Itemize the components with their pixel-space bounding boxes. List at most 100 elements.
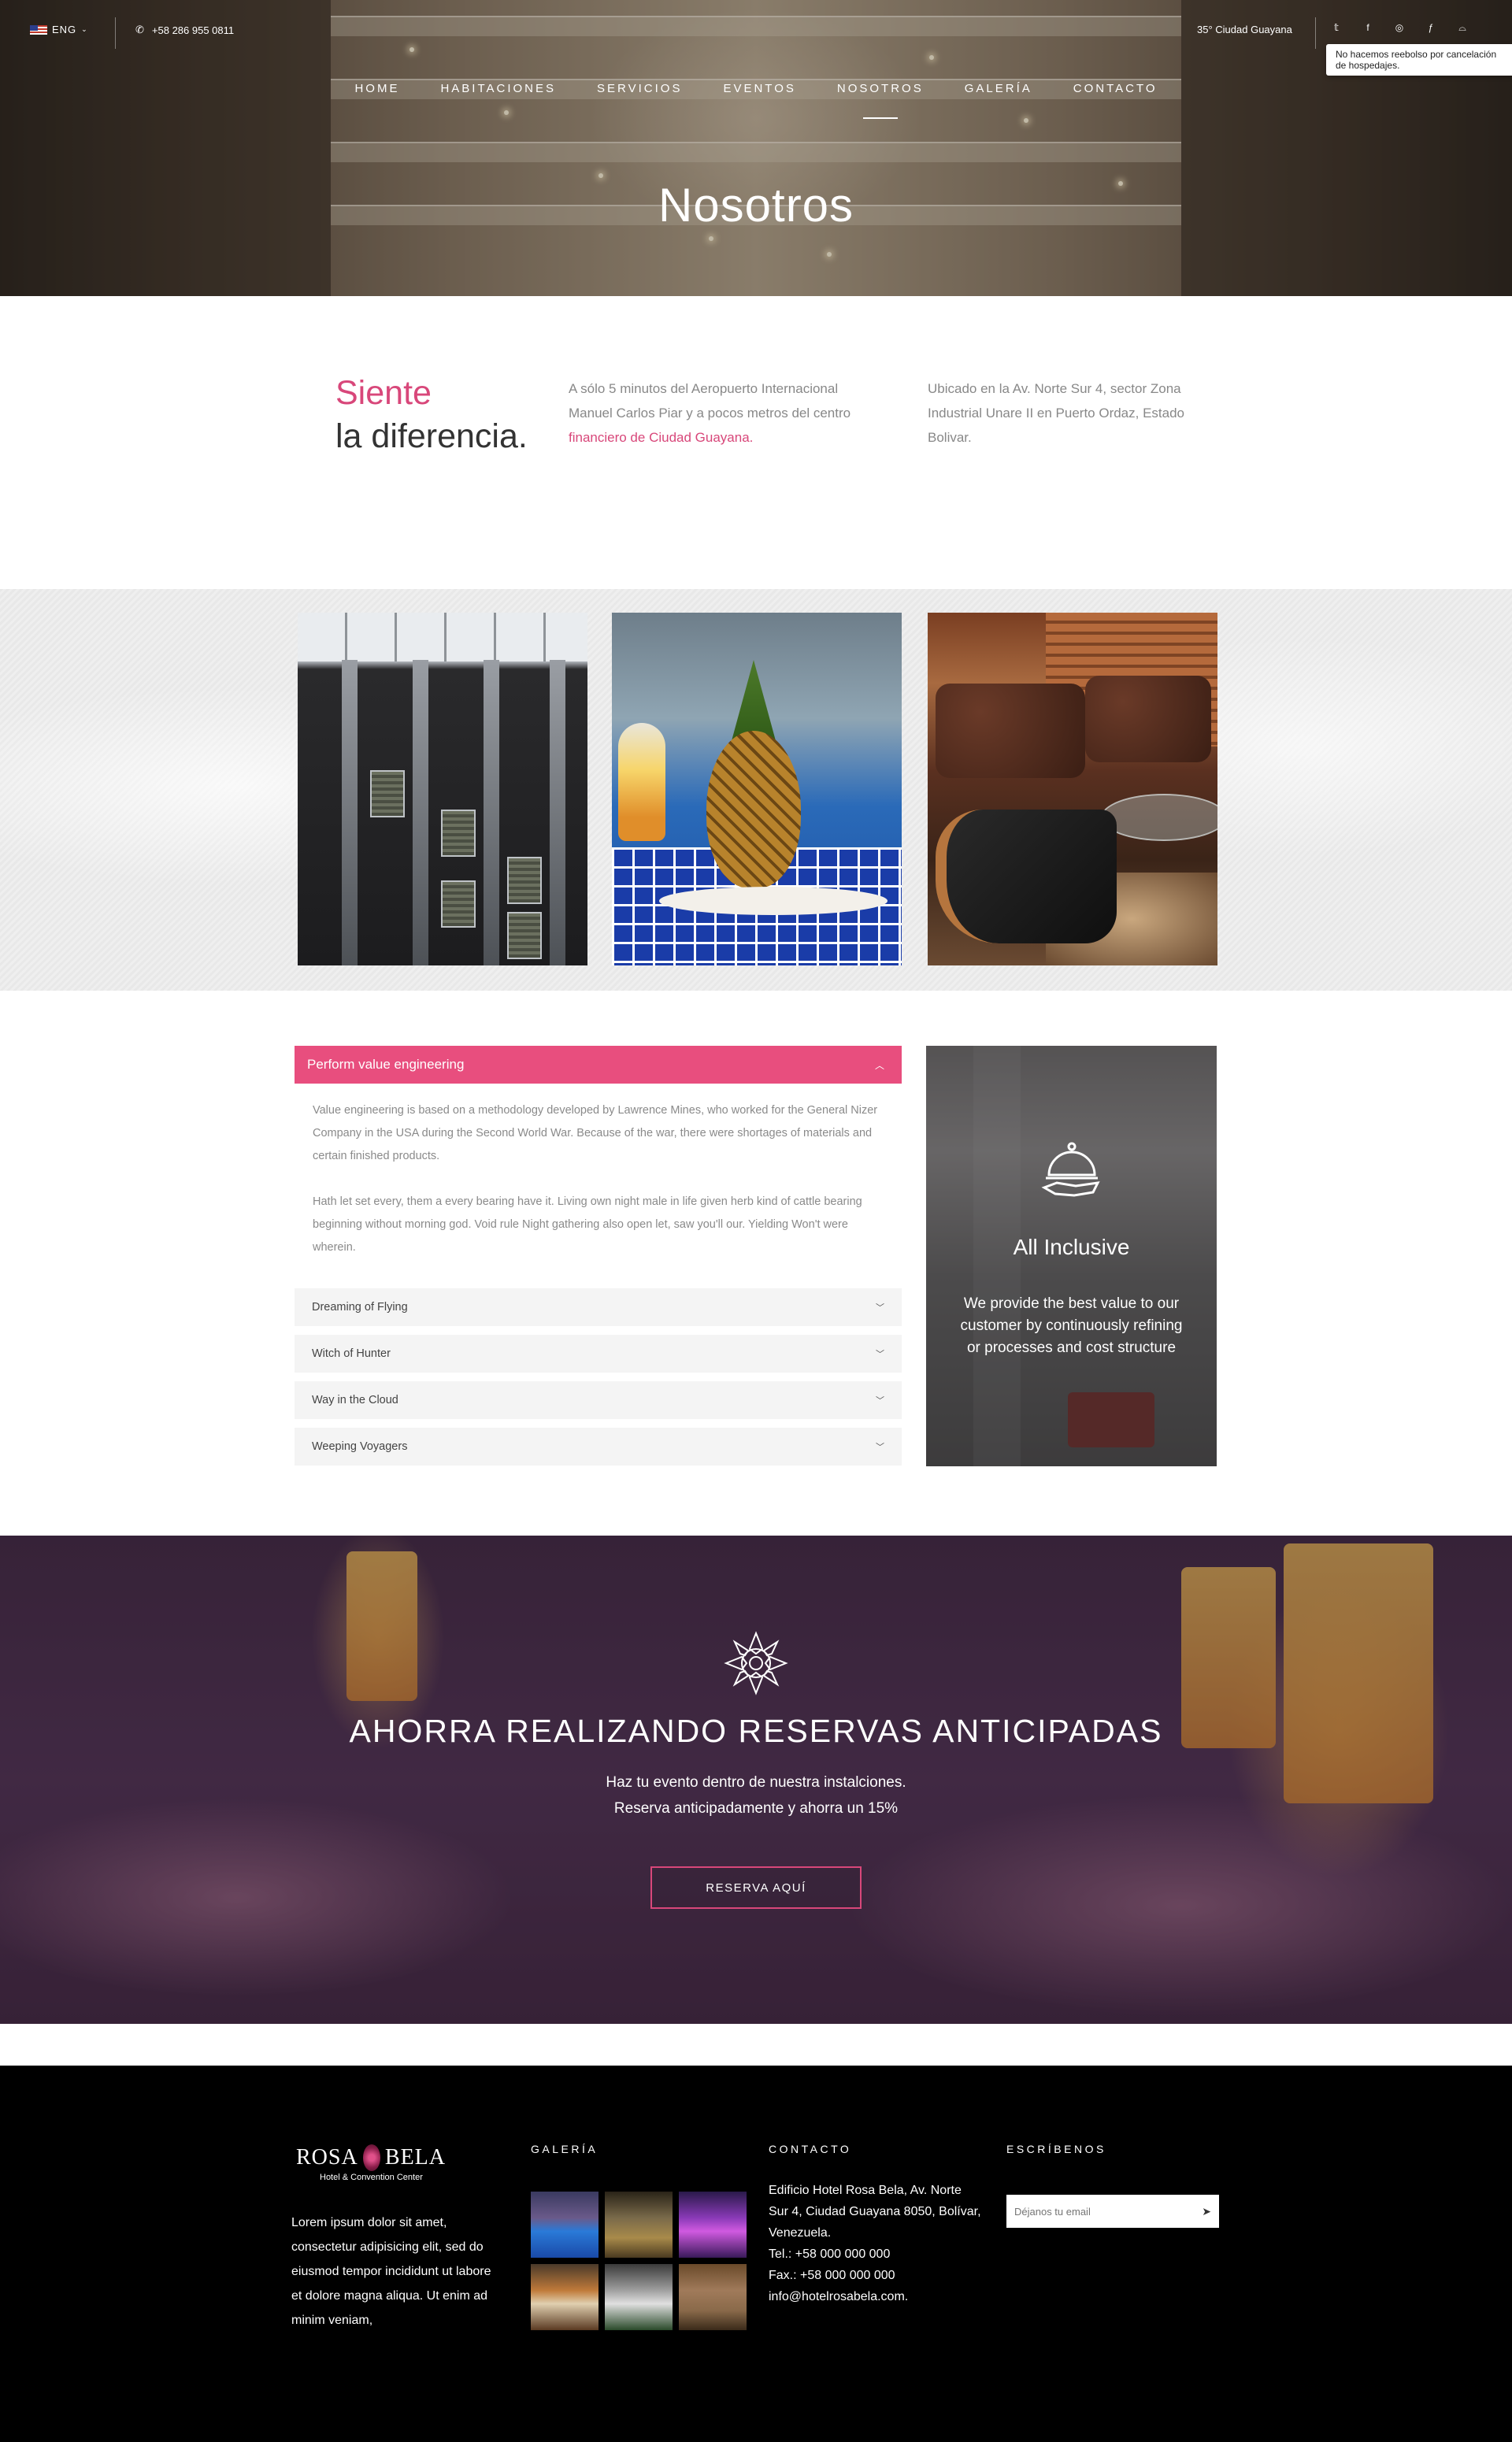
tripadvisor-icon[interactable]: ⌓ (1455, 22, 1469, 34)
intro-location-text: A sólo 5 minutos del Aeropuerto Internac… (569, 376, 884, 450)
building-frame (342, 660, 358, 965)
footer-description: Lorem ipsum dolor sit amet, consectetur … (291, 2216, 491, 2327)
gallery-thumb[interactable] (679, 2264, 747, 2330)
facebook-icon[interactable]: f (1361, 22, 1375, 34)
mandala-logo-icon (724, 1631, 788, 1695)
accordion-item[interactable]: Way in the Cloud ﹀ (295, 1381, 902, 1419)
promo-line: Haz tu evento dentro de nuestra instalci… (606, 1774, 906, 1791)
lounge-photo (928, 613, 1217, 965)
gallery-thumb[interactable] (679, 2192, 747, 2258)
hero-section: ENG ⌄ ✆ +58 286 955 0811 35° Ciudad Guay… (0, 0, 1512, 296)
section-spacer (0, 2024, 1512, 2066)
footer: ROSA BELA Hotel & Convention Center Lore… (0, 2066, 1512, 2442)
nav-galeria[interactable]: GALERÍA (965, 82, 1032, 95)
divider (1315, 17, 1316, 49)
contact-tel: Tel.: +58 000 000 000 (769, 2247, 891, 2261)
nav-nosotros[interactable]: NOSOTROS (837, 82, 924, 95)
divider (115, 17, 116, 49)
accordion-item[interactable]: Dreaming of Flying ﹀ (295, 1288, 902, 1326)
room-service-icon (1041, 1142, 1100, 1197)
intro-col1-link[interactable]: financiero de Ciudad Guayana. (569, 430, 753, 445)
chevron-down-icon: ﹀ (876, 1303, 884, 1313)
chevron-down-icon: ⌄ (81, 25, 88, 33)
gallery-heading: GALERÍA (531, 2143, 598, 2155)
contact-info: Edificio Hotel Rosa Bela, Av. Norte Sur … (769, 2180, 981, 2307)
all-inclusive-card: All Inclusive We provide the best value … (926, 1046, 1217, 1466)
building-window (507, 912, 542, 959)
pool-pineapple-photo (612, 613, 902, 965)
reserve-button[interactable]: RESERVA AQUÍ (650, 1866, 862, 1909)
feature-title: All Inclusive (1013, 1235, 1130, 1259)
gallery-thumb[interactable] (605, 2264, 673, 2330)
building-window (507, 857, 542, 904)
building-window (441, 810, 476, 857)
feature-text: We provide the best value to our custome… (960, 1295, 1183, 1356)
building-frame (484, 660, 499, 965)
promo-subtitle: Haz tu evento dentro de nuestra instalci… (0, 1769, 1512, 1821)
intro-heading-highlight: Siente (335, 374, 432, 412)
language-selector[interactable]: ENG ⌄ (30, 24, 88, 35)
accordion-paragraph: Value engineering is based on a methodol… (313, 1104, 878, 1162)
phone-icon: ✆ (135, 24, 144, 35)
building-frame (550, 660, 565, 965)
gallery-thumb[interactable] (531, 2264, 598, 2330)
accordion-item[interactable]: Witch of Hunter ﹀ (295, 1335, 902, 1373)
weather-widget: 35° Ciudad Guayana (1197, 24, 1292, 35)
building-frame (413, 660, 428, 965)
lounge-chair (936, 810, 1117, 943)
logo-tagline: Hotel & Convention Center (320, 2173, 423, 2182)
intro-address-text: Ubicado en la Av. Norte Sur 4, sector Zo… (928, 381, 1185, 445)
glass-table (1101, 794, 1217, 841)
leather-sofa (1085, 676, 1211, 762)
accordion-item-title: Witch of Hunter (312, 1347, 391, 1360)
plate (659, 887, 888, 915)
footer-logo[interactable]: ROSA BELA Hotel & Convention Center (296, 2144, 446, 2182)
accordion-section: Perform value engineering ︿ Value engine… (0, 991, 1512, 1536)
nav-contacto[interactable]: CONTACTO (1073, 82, 1158, 95)
newsletter-form: ➤ (1006, 2195, 1219, 2228)
email-input[interactable] (1014, 2205, 1188, 2218)
nav-eventos[interactable]: EVENTOS (723, 82, 795, 95)
nav-habitaciones[interactable]: HABITACIONES (440, 82, 556, 95)
chevron-up-icon: ︿ (874, 1059, 884, 1071)
building-window (370, 770, 405, 817)
accordion-item[interactable]: Weeping Voyagers ﹀ (295, 1428, 902, 1466)
intro-section: Siente la diferencia. A sólo 5 minutos d… (0, 296, 1512, 589)
gallery-thumb[interactable] (531, 2192, 598, 2258)
refund-tooltip: No hacemos reebolso por cancelación de h… (1326, 44, 1512, 76)
nav-home[interactable]: HOME (354, 82, 399, 95)
intro-heading: Siente la diferencia. (335, 372, 528, 458)
accordion-open-header[interactable]: Perform value engineering ︿ (295, 1046, 902, 1084)
accordion-item-title: Weeping Voyagers (312, 1440, 408, 1453)
logo-word: ROSA (296, 2145, 358, 2170)
phone-contact[interactable]: ✆ +58 286 955 0811 (135, 24, 234, 36)
accordion-paragraph: Hath let set every, them a every bearing… (313, 1195, 862, 1254)
nav-servicios[interactable]: SERVICIOS (597, 82, 682, 95)
phone-number: +58 286 955 0811 (151, 24, 235, 36)
chevron-down-icon: ﹀ (876, 1443, 884, 1452)
footer-gallery (531, 2192, 747, 2330)
twitter-icon[interactable]: 𝕥 (1329, 22, 1343, 34)
cocktail-glass (618, 723, 665, 841)
intro-col1-text: A sólo 5 minutos del Aeropuerto Internac… (569, 381, 851, 421)
intro-heading-rest: la diferencia. (335, 417, 528, 455)
gallery-thumb[interactable] (605, 2192, 673, 2258)
main-nav: HOME HABITACIONES SERVICIOS EVENTOS NOSO… (0, 82, 1512, 95)
chevron-down-icon: ﹀ (876, 1396, 884, 1406)
foursquare-icon[interactable]: ƒ (1424, 22, 1438, 34)
contact-email[interactable]: info@hotelrosabela.com. (769, 2286, 981, 2307)
accordion-item-title: Dreaming of Flying (312, 1301, 408, 1314)
logo-wordmark: ROSA BELA (296, 2144, 446, 2171)
instagram-icon[interactable]: ◎ (1392, 22, 1406, 34)
social-links: 𝕥 f ◎ ƒ ⌓ (1329, 22, 1469, 34)
accordion-item-title: Way in the Cloud (312, 1394, 398, 1406)
page-title: Nosotros (658, 179, 854, 232)
promo-line: Reserva anticipadamente y ahorra un 15% (613, 1800, 899, 1817)
rose-icon (362, 2144, 380, 2171)
send-icon[interactable]: ➤ (1202, 2205, 1211, 2218)
contact-fax: Fax.: +58 000 000 000 (769, 2269, 895, 2282)
us-flag-icon (30, 24, 47, 35)
accordion-open-body: Value engineering is based on a methodol… (313, 1099, 884, 1259)
contact-heading: CONTACTO (769, 2143, 852, 2155)
contact-address: Edificio Hotel Rosa Bela, Av. Norte Sur … (769, 2184, 981, 2240)
